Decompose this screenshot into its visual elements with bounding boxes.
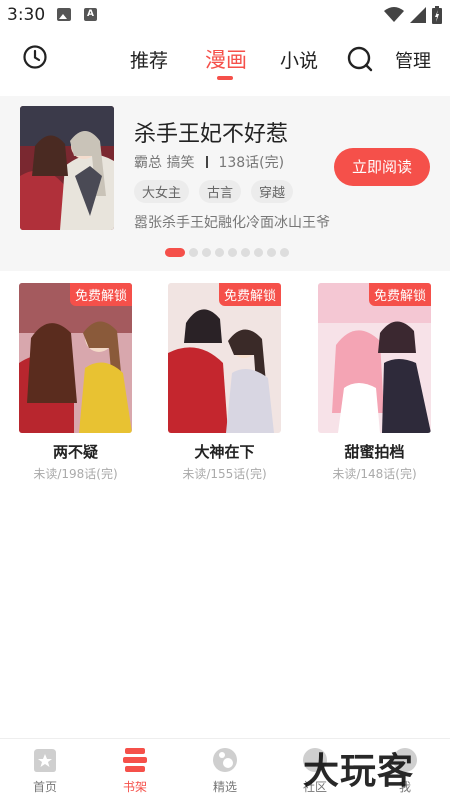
featured-icon	[213, 748, 237, 772]
comic-cover-image[interactable]: 免费解锁	[19, 283, 132, 433]
page-dot	[254, 248, 263, 257]
page-dot	[267, 248, 276, 257]
comic-card[interactable]: 免费解锁 两不疑 未读/198话(完)	[19, 283, 132, 482]
tab-comics[interactable]: 漫画	[205, 44, 247, 74]
meta-divider	[206, 156, 209, 168]
page-dot	[189, 248, 198, 257]
banner-genres: 霸总 搞笑	[134, 155, 195, 171]
tag: 穿越	[251, 180, 294, 203]
page-dot	[228, 248, 237, 257]
bottom-nav-label: 首页	[32, 780, 57, 794]
comic-progress: 未读/198话(完)	[33, 467, 118, 481]
featured-banner[interactable]: 杀手王妃不好惹 霸总 搞笑 138话(完) 大女主 古言 穿越 嚣张杀手王妃融化…	[0, 96, 450, 271]
comic-cover-image[interactable]: 免费解锁	[168, 283, 281, 433]
comic-progress: 未读/155话(完)	[182, 467, 267, 481]
free-unlock-badge: 免费解锁	[368, 283, 431, 306]
comic-card[interactable]: 免费解锁 甜蜜拍档 未读/148话(完)	[318, 283, 431, 482]
bookshelf-icon	[123, 748, 147, 772]
active-tab-indicator	[217, 76, 233, 80]
wifi-icon	[384, 7, 404, 22]
page-dot	[215, 248, 224, 257]
manage-button[interactable]: 管理	[395, 47, 431, 73]
app-notification-icon: A	[84, 8, 97, 21]
banner-cover-image[interactable]	[20, 106, 114, 230]
comic-title[interactable]: 大神在下	[168, 441, 281, 462]
comic-title[interactable]: 两不疑	[19, 441, 132, 462]
status-indicators	[384, 6, 442, 24]
battery-icon	[432, 6, 442, 24]
page-dot	[202, 248, 211, 257]
history-icon[interactable]	[22, 44, 48, 70]
banner-title[interactable]: 杀手王妃不好惹	[134, 116, 288, 148]
tab-novels[interactable]: 小说	[280, 46, 318, 73]
banner-tags: 大女主 古言 穿越	[134, 180, 294, 203]
free-unlock-badge: 免费解锁	[69, 283, 132, 306]
comic-progress: 未读/148话(完)	[332, 467, 417, 481]
home-icon	[34, 749, 56, 772]
page-dot	[241, 248, 250, 257]
read-now-button[interactable]: 立即阅读	[334, 148, 430, 186]
bottom-nav-label: 精选	[212, 780, 237, 794]
bottom-nav-featured[interactable]: 精选	[195, 745, 255, 795]
tag: 古言	[199, 180, 242, 203]
tag: 大女主	[134, 180, 190, 203]
banner-meta: 霸总 搞笑 138话(完)	[134, 152, 284, 172]
watermark-logo: 大玩客	[303, 751, 415, 792]
top-nav: 推荐 漫画 小说 管理	[0, 32, 450, 88]
tab-recommend[interactable]: 推荐	[130, 46, 168, 73]
status-time: 3:30	[7, 5, 46, 25]
gallery-notification-icon	[57, 8, 71, 21]
search-icon[interactable]	[346, 45, 374, 73]
status-bar: 3:30 A	[0, 0, 450, 32]
banner-chapters: 138话(完)	[218, 155, 285, 171]
bottom-nav-bookshelf[interactable]: 书架	[105, 745, 165, 795]
bottom-nav-home[interactable]: 首页	[15, 745, 75, 795]
comic-cover-image[interactable]: 免费解锁	[318, 283, 431, 433]
signal-icon	[410, 7, 426, 23]
page-indicator	[165, 248, 289, 257]
comic-title[interactable]: 甜蜜拍档	[318, 441, 431, 462]
comic-card[interactable]: 免费解锁 大神在下 未读/155话(完)	[168, 283, 281, 482]
page-dot	[280, 248, 289, 257]
page-dot-active	[165, 248, 185, 257]
bottom-nav-label: 书架	[122, 780, 147, 794]
banner-description: 嚣张杀手王妃融化冷面冰山王爷	[134, 215, 330, 231]
free-unlock-badge: 免费解锁	[218, 283, 281, 306]
